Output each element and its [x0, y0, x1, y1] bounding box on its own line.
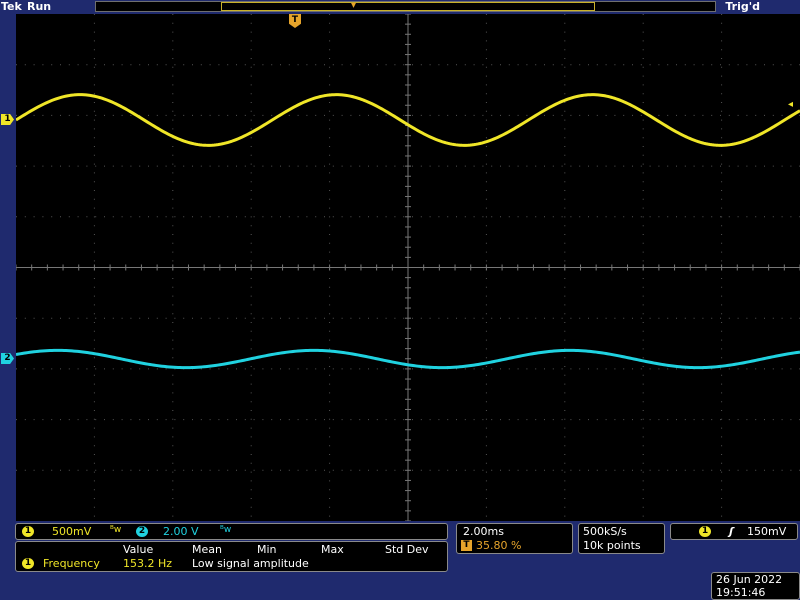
acquisition-readout[interactable]: 500kS/s 10k points [578, 523, 665, 554]
graticule [16, 14, 800, 521]
measurement-readout[interactable]: Value Mean Min Max Std Dev 1 Frequency 1… [15, 541, 448, 572]
meas-header-value: Value [123, 543, 154, 556]
ch2-bandwidth-icon: ᴮw [220, 525, 232, 535]
trigger-source-badge: 1 [699, 526, 711, 537]
trigger-readout[interactable]: 1 ʃ 150mV [670, 523, 798, 540]
trigger-position-icon: T [461, 540, 472, 551]
status-bar: Tek Run ▾ Trig'd [0, 0, 800, 14]
meas-ch1-badge: 1 [22, 558, 34, 569]
meas-header-min: Min [257, 543, 277, 556]
waveform-display[interactable] [16, 14, 800, 521]
rising-edge-icon: ʃ [729, 525, 734, 538]
meas-header-mean: Mean [192, 543, 222, 556]
channel-scale-readout[interactable]: 1 500mV ᴮw 2 2.00 V ᴮw [15, 523, 448, 540]
trigger-level: 150mV [747, 525, 787, 538]
ch1-scale: 500mV [52, 525, 92, 538]
meas-frequency-label: Frequency [43, 557, 100, 570]
trigger-point-record-icon: ▾ [351, 0, 357, 11]
ch1-badge: 1 [22, 526, 34, 537]
brand-logo: Tek [1, 0, 22, 13]
date-time-readout: 26 Jun 2022 19:51:46 [711, 572, 800, 600]
trigger-status-label: Trig'd [725, 0, 760, 13]
ch2-scale: 2.00 V [163, 525, 199, 538]
timebase-readout[interactable]: 2.00ms T 35.80 % [456, 523, 573, 554]
horizontal-scale: 2.00ms [463, 525, 504, 538]
trigger-position-value: 35.80 % [476, 539, 522, 552]
record-length: 10k points [583, 539, 641, 552]
run-state-label: Run [27, 0, 52, 13]
record-view-window[interactable] [221, 2, 595, 11]
meas-frequency-value: 153.2 Hz [123, 557, 173, 570]
ch1-bandwidth-icon: ᴮw [110, 525, 122, 535]
ch1-ground-marker[interactable]: 1 [1, 114, 14, 125]
meas-header-max: Max [321, 543, 344, 556]
date-label: 26 Jun 2022 [716, 573, 783, 586]
sample-rate: 500kS/s [583, 525, 627, 538]
ch2-ground-marker[interactable]: 2 [1, 353, 14, 364]
meas-header-stddev: Std Dev [385, 543, 429, 556]
ch2-badge: 2 [136, 526, 148, 537]
trigger-level-icon[interactable]: ◂ [788, 100, 798, 110]
meas-status-note: Low signal amplitude [192, 557, 309, 570]
time-label: 19:51:46 [716, 586, 766, 599]
